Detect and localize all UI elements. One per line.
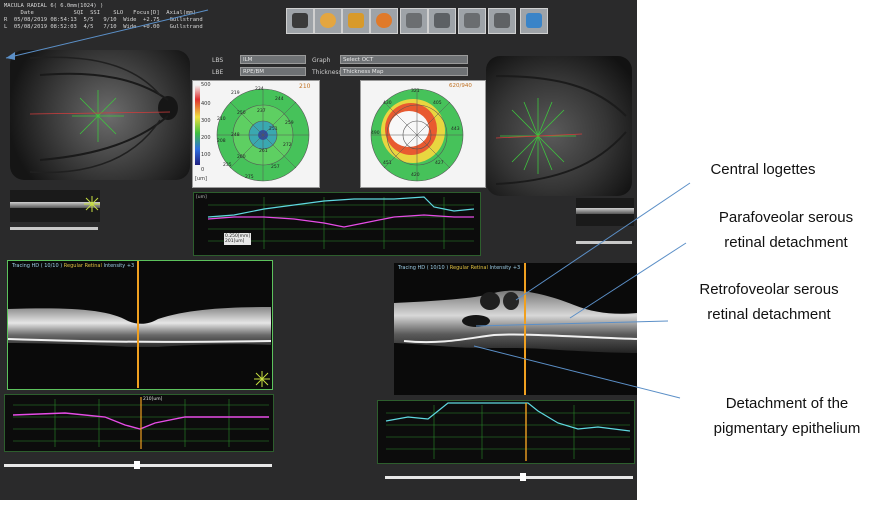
annotation-central-logettes: Central logettes [710, 161, 816, 178]
annotation-pigmentary: Detachment of the pigmentary epithelium [692, 391, 882, 441]
annotation-parafoveolar-line-1: Parafoveolar serous [718, 209, 854, 226]
annotation-pigmentary-line-2: pigmentary epithelium [713, 420, 861, 437]
annotation-pigmentary-line-1: Detachment of the [725, 395, 849, 412]
annotation-parafoveolar: Parafoveolar serous retinal detachment [700, 205, 872, 255]
annotation-retrofoveolar-line-2: retinal detachment [707, 306, 831, 323]
annotation-retrofoveolar: Retrofoveolar serous retinal detachment [680, 277, 858, 327]
annotation-retrofoveolar-line-1: Retrofoveolar serous [699, 281, 839, 298]
annotation-parafoveolar-line-2: retinal detachment [724, 234, 848, 251]
